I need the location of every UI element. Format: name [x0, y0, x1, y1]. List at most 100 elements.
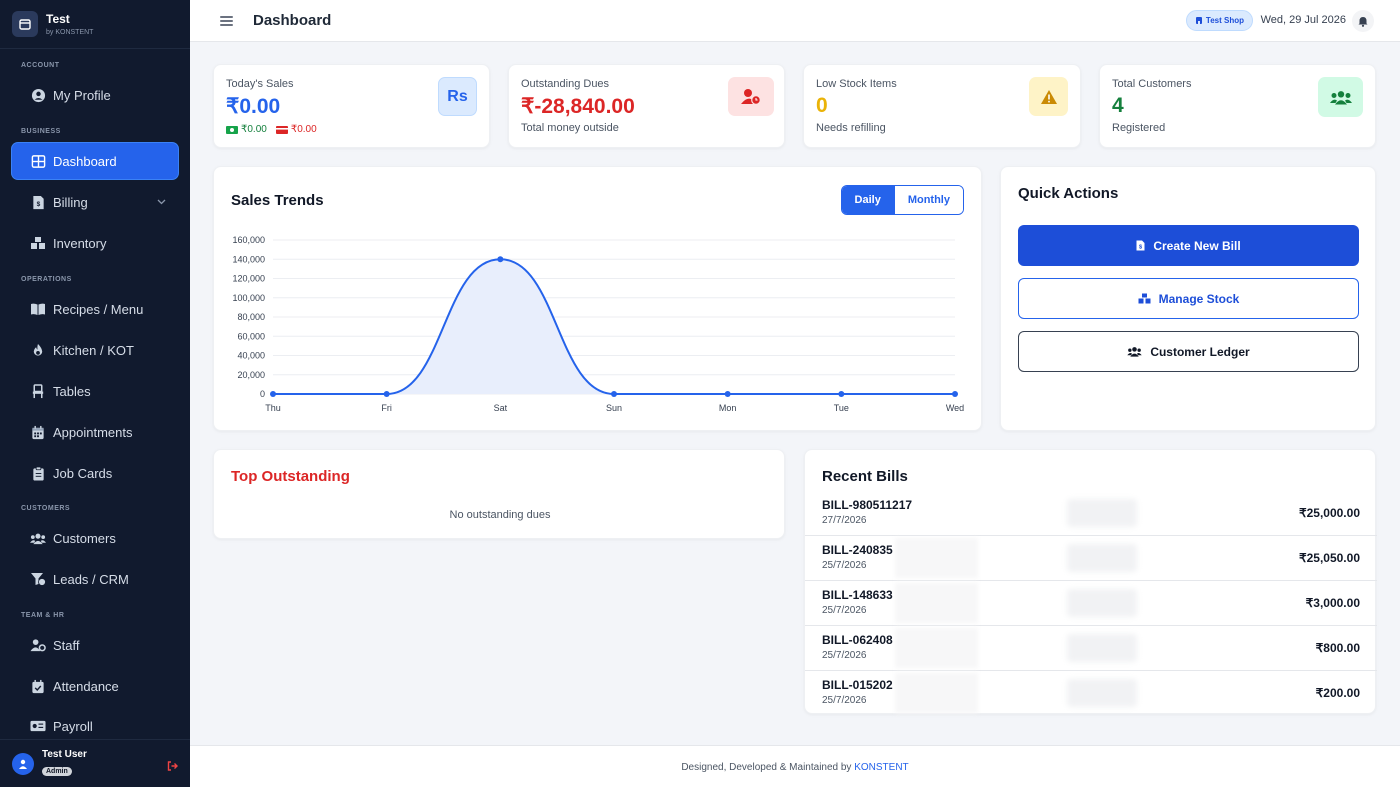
sidebar-item-leads[interactable]: Leads / CRM: [12, 561, 178, 597]
sidebar-item-label: Leads / CRM: [53, 571, 129, 587]
redacted-area: [1067, 544, 1137, 572]
sidebar-item-attendance[interactable]: Attendance: [12, 668, 178, 704]
sidebar-item-tables[interactable]: Tables: [12, 373, 178, 409]
current-date: Wed, 29 Jul 2026: [1260, 14, 1346, 26]
recent-bills-card: Recent Bills BILL-980511217 27/7/2026 ₹2…: [804, 449, 1377, 716]
manage-stock-button[interactable]: Manage Stock: [1018, 278, 1359, 319]
bill-amount: ₹800.00: [1315, 641, 1360, 655]
sidebar-item-label: Kitchen / KOT: [53, 342, 134, 358]
card-amount: ₹0.00: [290, 124, 317, 135]
sidebar-item-label: Tables: [53, 383, 91, 399]
data-point: [270, 391, 276, 397]
button-label: Manage Stock: [1158, 291, 1240, 306]
list-item[interactable]: BILL-062408 25/7/2026 ₹800.00: [805, 626, 1377, 671]
warning-icon: [1029, 77, 1068, 116]
user-role-badge: Admin: [42, 767, 72, 776]
y-tick-label: 160,000: [232, 235, 265, 245]
y-tick-label: 0: [260, 389, 265, 399]
funnel-icon: [30, 571, 46, 587]
sidebar-item-label: Inventory: [53, 235, 107, 251]
sidebar-item-label: Payroll: [53, 718, 93, 734]
sidebar-item-inventory[interactable]: Inventory: [12, 225, 178, 261]
topbar: Dashboard Test Shop Wed, 29 Jul 2026: [190, 0, 1400, 42]
sales-trends-card: Sales Trends Daily Monthly 0 20,000 40,000…: [213, 166, 982, 431]
data-point: [611, 391, 617, 397]
clipboard-icon: [30, 465, 46, 481]
logout-icon[interactable]: [167, 758, 178, 776]
grid-icon: [30, 153, 46, 169]
boxes-icon: [30, 235, 46, 251]
data-point: [383, 391, 390, 397]
list-item[interactable]: BILL-015202 25/7/2026 ₹200.00: [805, 671, 1377, 716]
bill-date: 27/7/2026: [822, 515, 867, 526]
brand-name: Test: [46, 12, 70, 26]
x-tick-label: Sun: [606, 403, 622, 413]
bill-id: BILL-240835: [822, 543, 893, 557]
stat-card-total-customers: Total Customers 4 Registered: [1099, 64, 1376, 148]
x-tick-label: Mon: [719, 403, 737, 413]
bill-id: BILL-980511217: [822, 498, 913, 512]
avatar: [12, 752, 34, 775]
list-item[interactable]: BILL-980511217 27/7/2026 ₹25,000.00: [805, 491, 1377, 536]
user-profile[interactable]: Test User Admin: [0, 739, 190, 787]
sidebar-item-dashboard[interactable]: Dashboard: [12, 143, 178, 179]
sidebar-item-label: Staff: [53, 637, 80, 653]
list-item[interactable]: BILL-148633 25/7/2026 ₹3,000.00: [805, 581, 1377, 626]
sidebar-item-kitchen[interactable]: Kitchen / KOT: [12, 332, 178, 368]
invoice-icon: $: [30, 194, 46, 210]
sidebar-item-job-cards[interactable]: Job Cards: [12, 455, 178, 491]
section-label-operations: OPERATIONS: [21, 276, 72, 283]
book-icon: [30, 301, 46, 317]
card-title: Top Outstanding: [231, 468, 350, 485]
x-tick-label: Thu: [265, 403, 281, 413]
money-card-icon: [30, 718, 46, 734]
bill-date: 25/7/2026: [822, 650, 867, 661]
bell-icon[interactable]: [1352, 10, 1374, 32]
sidebar-item-label: My Profile: [53, 87, 111, 103]
sidebar-item-customers[interactable]: Customers: [12, 520, 178, 556]
redacted-area: [1067, 589, 1137, 617]
sidebar-item-billing[interactable]: $ Billing: [12, 184, 178, 220]
list-item[interactable]: BILL-240835 25/7/2026 ₹25,050.00: [805, 536, 1377, 581]
stat-value: ₹-28,840.00: [521, 95, 635, 118]
bill-amount: ₹25,000.00: [1298, 506, 1360, 520]
create-new-bill-button[interactable]: $ Create New Bill: [1018, 225, 1359, 266]
footer-text: Designed, Developed & Maintained by: [681, 762, 852, 773]
stat-card-low-stock: Low Stock Items 0 Needs refilling: [803, 64, 1081, 148]
bill-date: 25/7/2026: [822, 605, 867, 616]
user-clock-icon: [728, 77, 774, 116]
data-point: [952, 391, 958, 397]
button-label: Customer Ledger: [1150, 344, 1250, 359]
customer-ledger-button[interactable]: Customer Ledger: [1018, 331, 1359, 372]
y-tick-label: 140,000: [232, 254, 265, 264]
users-icon: [1127, 346, 1143, 357]
page-title: Dashboard: [253, 12, 332, 29]
stat-label: Outstanding Dues: [521, 78, 610, 90]
sidebar-item-label: Recipes / Menu: [53, 301, 144, 317]
top-outstanding-card: Top Outstanding No outstanding dues: [213, 449, 785, 539]
bill-date: 25/7/2026: [822, 560, 867, 571]
stat-card-todays-sales: Today's Sales ₹0.00 ₹0.00 ₹0.00 Rs: [213, 64, 490, 148]
section-label-business: BUSINESS: [21, 128, 61, 135]
stat-label: Total Customers: [1112, 78, 1192, 90]
y-tick-label: 20,000: [237, 370, 265, 380]
rupee-icon: Rs: [438, 77, 477, 116]
stat-label: Low Stock Items: [816, 78, 897, 90]
sidebar-item-recipes[interactable]: Recipes / Menu: [12, 291, 178, 327]
shop-badge[interactable]: Test Shop: [1185, 10, 1253, 31]
section-label-team-hr: TEAM & HR: [21, 612, 65, 619]
chair-icon: [30, 383, 46, 399]
hamburger-menu-icon[interactable]: [220, 15, 233, 26]
stat-card-outstanding-dues: Outstanding Dues ₹-28,840.00 Total money…: [508, 64, 785, 148]
redacted-area: [1067, 634, 1137, 662]
bill-amount: ₹200.00: [1315, 686, 1360, 700]
sidebar-item-appointments[interactable]: Appointments: [12, 414, 178, 450]
sidebar-item-my-profile[interactable]: My Profile: [12, 77, 178, 113]
redacted-area: [895, 583, 978, 623]
bill-amount: ₹25,050.00: [1298, 551, 1360, 565]
footer-link[interactable]: KONSTENT: [854, 762, 908, 773]
button-label: Create New Bill: [1153, 238, 1241, 253]
sidebar-item-staff[interactable]: Staff: [12, 627, 178, 663]
sidebar-item-label: Job Cards: [53, 465, 113, 481]
x-tick-label: Fri: [381, 403, 392, 413]
